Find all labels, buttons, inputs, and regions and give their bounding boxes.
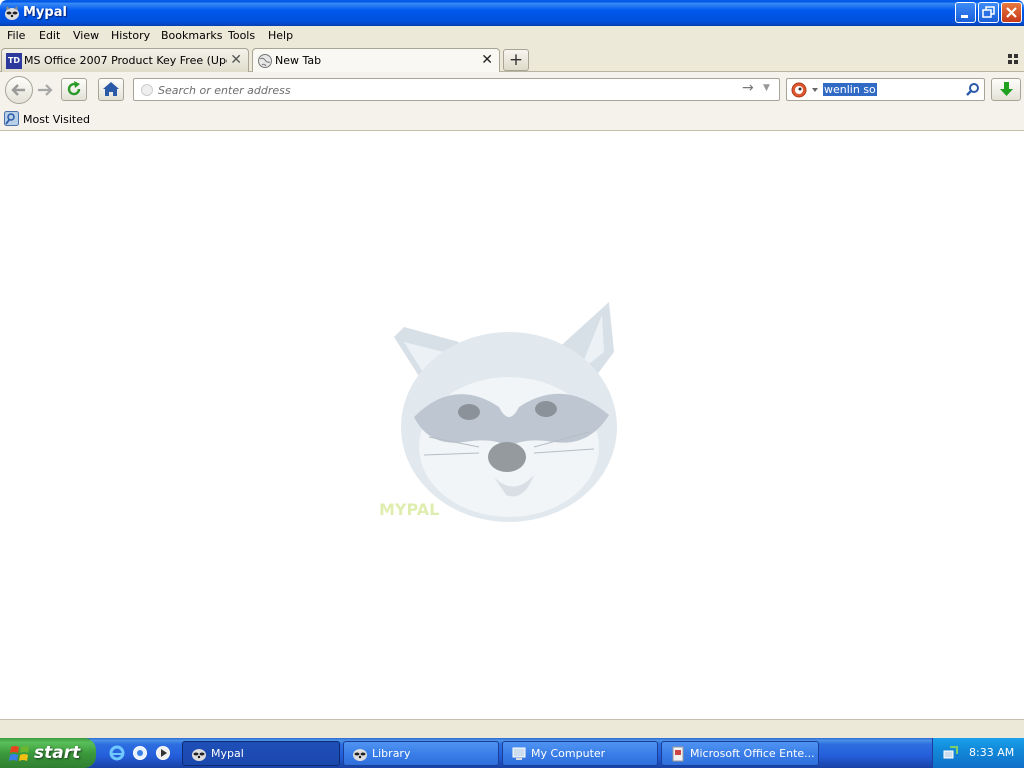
globe-icon <box>258 54 272 68</box>
menu-view[interactable]: View <box>73 29 99 42</box>
status-bar <box>0 719 1024 738</box>
close-window-button[interactable] <box>1001 2 1022 23</box>
td-favicon-icon: TD <box>6 53 22 69</box>
network-icon[interactable] <box>943 745 959 761</box>
task-label: Library <box>372 747 411 760</box>
mypal-raccoon-icon <box>5 6 19 20</box>
task-label: My Computer <box>531 747 606 760</box>
tab-ms-office[interactable]: TD MS Office 2007 Product Key Free (Upda… <box>1 48 249 72</box>
task-label: Microsoft Office Ente... <box>690 747 814 760</box>
menu-history[interactable]: History <box>111 29 150 42</box>
reload-icon <box>67 81 81 96</box>
downloads-button[interactable] <box>991 78 1021 101</box>
restore-icon <box>982 6 995 18</box>
bookmark-label: Most Visited <box>23 113 90 126</box>
mypal-wordmark: MYPAL <box>379 500 439 519</box>
window-title: Mypal <box>23 5 67 20</box>
tab-label: MS Office 2007 Product Key Free (Updat..… <box>24 54 227 67</box>
start-label: start <box>34 743 81 763</box>
bookmark-most-visited[interactable]: Most Visited <box>4 111 90 129</box>
most-visited-icon <box>4 111 19 126</box>
search-engine-icon[interactable] <box>791 82 819 98</box>
forward-button[interactable] <box>33 80 57 100</box>
back-arrow-icon <box>11 84 25 96</box>
mypal-raccoon-icon <box>192 749 206 761</box>
address-input[interactable] <box>158 82 728 98</box>
home-icon <box>103 82 119 96</box>
address-bar[interactable]: → ▼ <box>133 78 780 101</box>
back-button[interactable] <box>5 76 33 104</box>
taskbar-item-my-computer[interactable]: My Computer <box>502 741 658 766</box>
restore-button[interactable] <box>978 2 999 23</box>
taskbar-item-mypal[interactable]: Mypal <box>182 741 340 766</box>
browser-quicklaunch-icon[interactable] <box>132 745 148 761</box>
menu-bar: File Edit View History Bookmarks Tools H… <box>0 26 1024 46</box>
home-button[interactable] <box>98 78 124 101</box>
mypal-raccoon-logo: MYPAL <box>379 302 617 522</box>
menu-help[interactable]: Help <box>268 29 293 42</box>
task-label: Mypal <box>211 747 244 760</box>
title-bar: Mypal <box>0 0 1024 26</box>
windows-logo-icon <box>9 746 29 761</box>
go-arrow-icon[interactable]: → <box>742 80 754 96</box>
minimize-button[interactable] <box>955 2 976 23</box>
tab-new-tab[interactable]: New Tab ✕ <box>252 48 500 73</box>
computer-icon <box>512 747 526 760</box>
start-button[interactable]: start <box>0 738 96 768</box>
taskbar-item-microsoft-office[interactable]: Microsoft Office Ente... <box>661 741 819 766</box>
reload-button[interactable] <box>61 78 87 101</box>
tab-close-icon[interactable]: ✕ <box>230 52 242 68</box>
menu-edit[interactable]: Edit <box>39 29 60 42</box>
new-tab-page: MYPAL <box>0 132 1024 719</box>
taskbar: start Mypal Library My Computer Microsof… <box>0 738 1024 768</box>
menu-file[interactable]: File <box>7 29 25 42</box>
forward-arrow-icon <box>38 84 53 96</box>
tab-label: New Tab <box>275 54 322 67</box>
clock[interactable]: 8:33 AM <box>969 746 1014 759</box>
menu-tools[interactable]: Tools <box>228 29 255 42</box>
minimize-icon <box>961 15 968 18</box>
installer-icon <box>672 746 684 762</box>
internet-explorer-icon[interactable] <box>109 745 125 761</box>
taskbar-item-library[interactable]: Library <box>343 741 499 766</box>
bookmarks-toolbar: Most Visited <box>0 107 1024 131</box>
tab-list-icon[interactable] <box>1008 54 1018 64</box>
search-input[interactable]: wenlin so <box>823 83 877 96</box>
history-dropdown-icon[interactable]: ▼ <box>763 83 770 93</box>
page-identity-icon <box>141 84 153 96</box>
tab-bar: TD MS Office 2007 Product Key Free (Upda… <box>0 46 1024 73</box>
menu-bookmarks[interactable]: Bookmarks <box>161 29 222 42</box>
mypal-raccoon-icon <box>353 749 367 761</box>
tab-close-icon[interactable]: ✕ <box>481 52 493 68</box>
media-player-icon[interactable] <box>155 745 171 761</box>
navigation-toolbar: → ▼ wenlin so <box>0 72 1024 107</box>
new-tab-button[interactable]: + <box>503 49 529 71</box>
system-tray: 8:33 AM <box>932 738 1024 768</box>
download-arrow-icon <box>1000 82 1013 96</box>
search-bar[interactable]: wenlin so <box>786 78 985 101</box>
close-icon <box>1006 7 1017 18</box>
search-magnifier-icon[interactable] <box>965 82 981 98</box>
